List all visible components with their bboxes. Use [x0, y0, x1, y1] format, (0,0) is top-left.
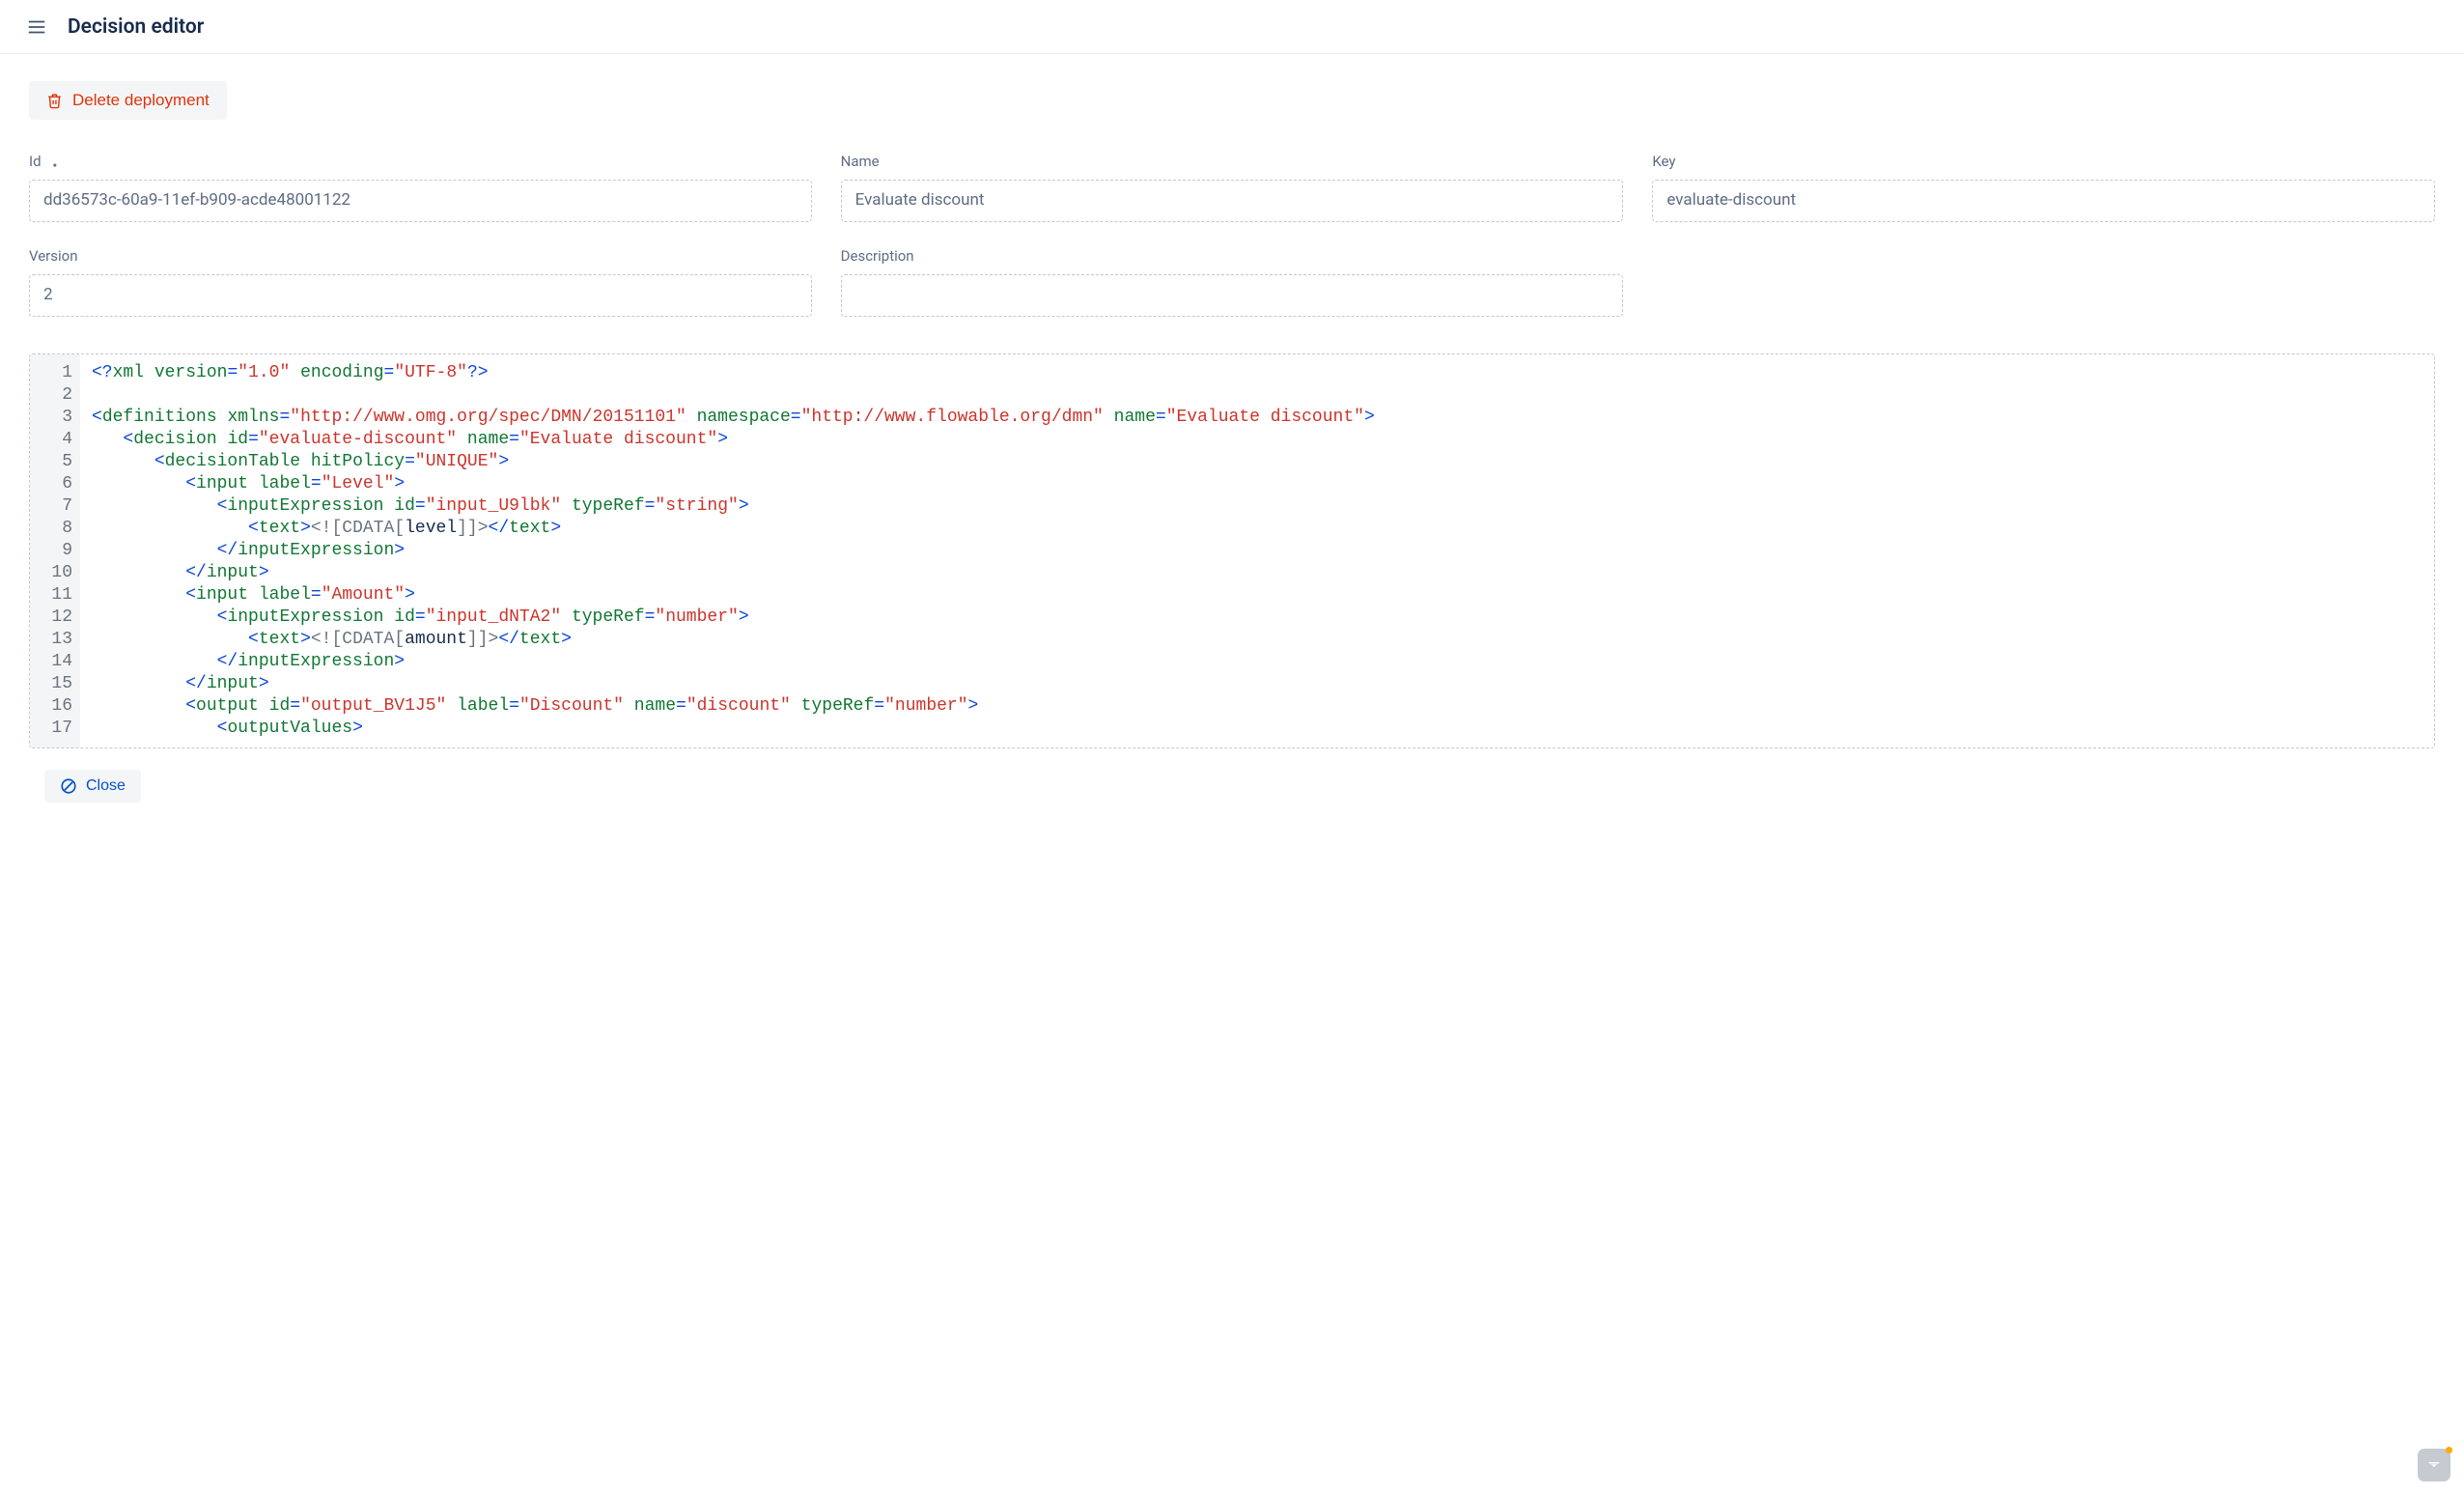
topbar: Decision editor [0, 0, 2464, 54]
field-description: Description [841, 247, 1624, 317]
line-gutter: 1234567891011121314151617 [30, 354, 80, 748]
app-root: Decision editor Delete deployment Id · d… [0, 0, 2464, 1495]
line-number: 15 [38, 673, 72, 695]
code-line[interactable]: <inputExpression id="input_dNTA2" typeRe… [92, 606, 2422, 629]
value-version: 2 [29, 274, 812, 317]
code-line[interactable]: <outputValues> [92, 718, 2422, 740]
xml-editor[interactable]: 1234567891011121314151617 <?xml version=… [29, 353, 2435, 748]
line-number: 7 [38, 495, 72, 518]
field-key: Key evaluate-discount [1652, 153, 2435, 222]
label-id: Id · [29, 153, 812, 170]
code-line[interactable]: </inputExpression> [92, 651, 2422, 673]
code-line[interactable]: <decision id="evaluate-discount" name="E… [92, 429, 2422, 451]
field-id: Id · dd36573c-60a9-11ef-b909-acde4800112… [29, 153, 812, 222]
code-line[interactable]: </input> [92, 673, 2422, 695]
code-line[interactable]: <input label="Amount"> [92, 584, 2422, 606]
delete-deployment-button[interactable]: Delete deployment [29, 81, 227, 120]
value-name: Evaluate discount [841, 180, 1624, 222]
value-id: dd36573c-60a9-11ef-b909-acde48001122 [29, 180, 812, 222]
code-line[interactable]: </input> [92, 562, 2422, 584]
required-indicator: · [44, 150, 58, 182]
line-number: 8 [38, 518, 72, 540]
label-name: Name [841, 153, 1624, 170]
menu-icon [26, 16, 47, 38]
code-line[interactable]: <text><![CDATA[level]]></text> [92, 518, 2422, 540]
delete-deployment-label: Delete deployment [72, 91, 210, 110]
line-number: 4 [38, 429, 72, 451]
code-line[interactable] [92, 384, 2422, 407]
line-number: 6 [38, 473, 72, 495]
assistant-widget[interactable] [2418, 1449, 2450, 1481]
value-description [841, 274, 1624, 317]
cancel-icon [60, 777, 77, 795]
code-area[interactable]: <?xml version="1.0" encoding="UTF-8"?> <d… [80, 354, 2434, 748]
line-number: 16 [38, 695, 72, 718]
line-number: 12 [38, 606, 72, 629]
form-grid: Id · dd36573c-60a9-11ef-b909-acde4800112… [29, 153, 2435, 317]
line-number: 10 [38, 562, 72, 584]
line-number: 3 [38, 407, 72, 429]
code-line[interactable]: <text><![CDATA[amount]]></text> [92, 629, 2422, 651]
line-number: 13 [38, 629, 72, 651]
line-number: 9 [38, 540, 72, 562]
footer: Close [29, 748, 2435, 824]
code-line[interactable]: </inputExpression> [92, 540, 2422, 562]
menu-button[interactable] [19, 10, 54, 44]
code-line[interactable]: <decisionTable hitPolicy="UNIQUE"> [92, 451, 2422, 473]
code-line[interactable]: <definitions xmlns="http://www.omg.org/s… [92, 407, 2422, 429]
line-number: 5 [38, 451, 72, 473]
page-title: Decision editor [68, 15, 204, 39]
value-key: evaluate-discount [1652, 180, 2435, 222]
code-line[interactable]: <input label="Level"> [92, 473, 2422, 495]
assistant-icon [2425, 1456, 2443, 1474]
close-label: Close [86, 777, 126, 795]
label-version: Version [29, 247, 812, 265]
field-version: Version 2 [29, 247, 812, 317]
line-number: 17 [38, 718, 72, 740]
code-line[interactable]: <?xml version="1.0" encoding="UTF-8"?> [92, 362, 2422, 384]
label-key: Key [1652, 153, 2435, 170]
line-number: 1 [38, 362, 72, 384]
field-name: Name Evaluate discount [841, 153, 1624, 222]
code-line[interactable]: <inputExpression id="input_U9lbk" typeRe… [92, 495, 2422, 518]
trash-icon [46, 93, 63, 109]
content: Delete deployment Id · dd36573c-60a9-11e… [0, 54, 2464, 1495]
line-number: 11 [38, 584, 72, 606]
line-number: 2 [38, 384, 72, 407]
line-number: 14 [38, 651, 72, 673]
label-description: Description [841, 247, 1624, 265]
close-button[interactable]: Close [44, 770, 141, 803]
code-line[interactable]: <output id="output_BV1J5" label="Discoun… [92, 695, 2422, 718]
